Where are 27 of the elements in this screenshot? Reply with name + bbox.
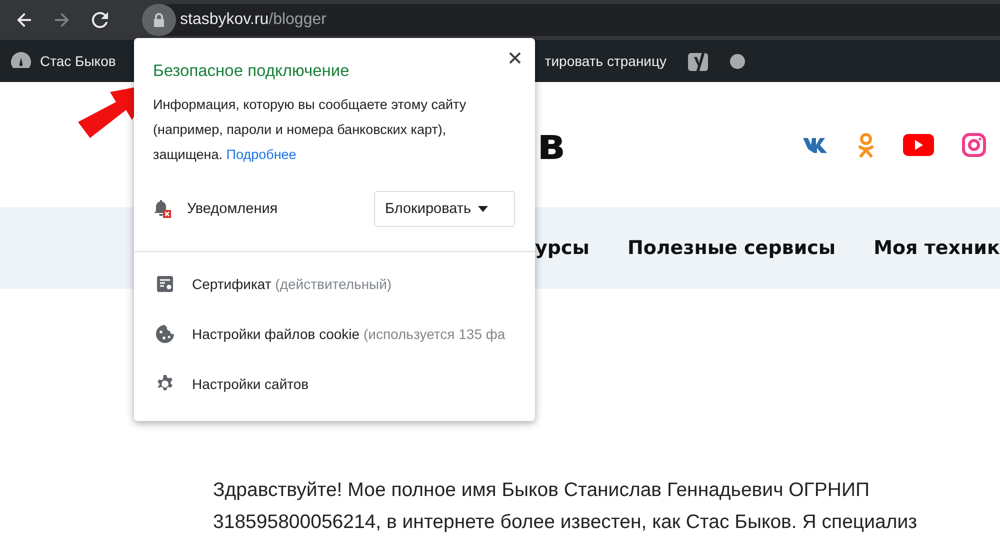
notifications-blocked-icon bbox=[153, 199, 171, 219]
settings-menu-item[interactable]: Настройки сайтов bbox=[134, 359, 535, 409]
site-name-link[interactable]: Стас Быков bbox=[40, 53, 116, 69]
notifications-label: Уведомления bbox=[187, 201, 279, 217]
nav-menu-link[interactable]: урсы bbox=[535, 237, 590, 259]
instagram-icon[interactable] bbox=[962, 132, 986, 156]
certificate-icon bbox=[155, 274, 175, 294]
dashboard-icon[interactable] bbox=[10, 51, 32, 71]
url-text: stasbykov.ru/blogger bbox=[180, 11, 326, 29]
learn-more-link[interactable]: Подробнее bbox=[226, 147, 296, 162]
caret-icon bbox=[478, 206, 488, 212]
vk-icon[interactable] bbox=[803, 136, 829, 152]
notifications-dropdown[interactable]: Блокировать bbox=[374, 191, 515, 227]
nav-menu-link[interactable]: Моя техник bbox=[874, 237, 1000, 259]
status-dot bbox=[730, 54, 745, 68]
address-bar[interactable]: stasbykov.ru/blogger bbox=[142, 4, 1000, 36]
cookie-icon bbox=[155, 324, 175, 344]
connection-status-title: Безопасное подключение bbox=[153, 62, 350, 81]
youtube-icon[interactable] bbox=[903, 134, 934, 156]
edit-page-link[interactable]: тировать страницу bbox=[544, 53, 667, 69]
cookie-menu-item[interactable]: Настройки файлов cookie (используется 135 фа bbox=[134, 309, 535, 359]
nav-menu-link[interactable]: Полезные сервисы bbox=[627, 237, 836, 259]
lock-icon[interactable] bbox=[142, 4, 176, 36]
site-logo-text[interactable]: в bbox=[537, 119, 565, 170]
certificate-menu-item[interactable]: Сертификат (действительный) bbox=[134, 259, 535, 309]
security-description: Информация, которую вы сообщаете этому сайту (например, пароли и номера банковских карт), защищена. Подробнее bbox=[153, 96, 468, 164]
intro-paragraph: Здравствуйте! Мое полное имя Быков Станислав Геннадьевич ОГРНИП 318595800056214, в интернете более известен, как Стас Быков. Я специализ bbox=[213, 478, 918, 535]
